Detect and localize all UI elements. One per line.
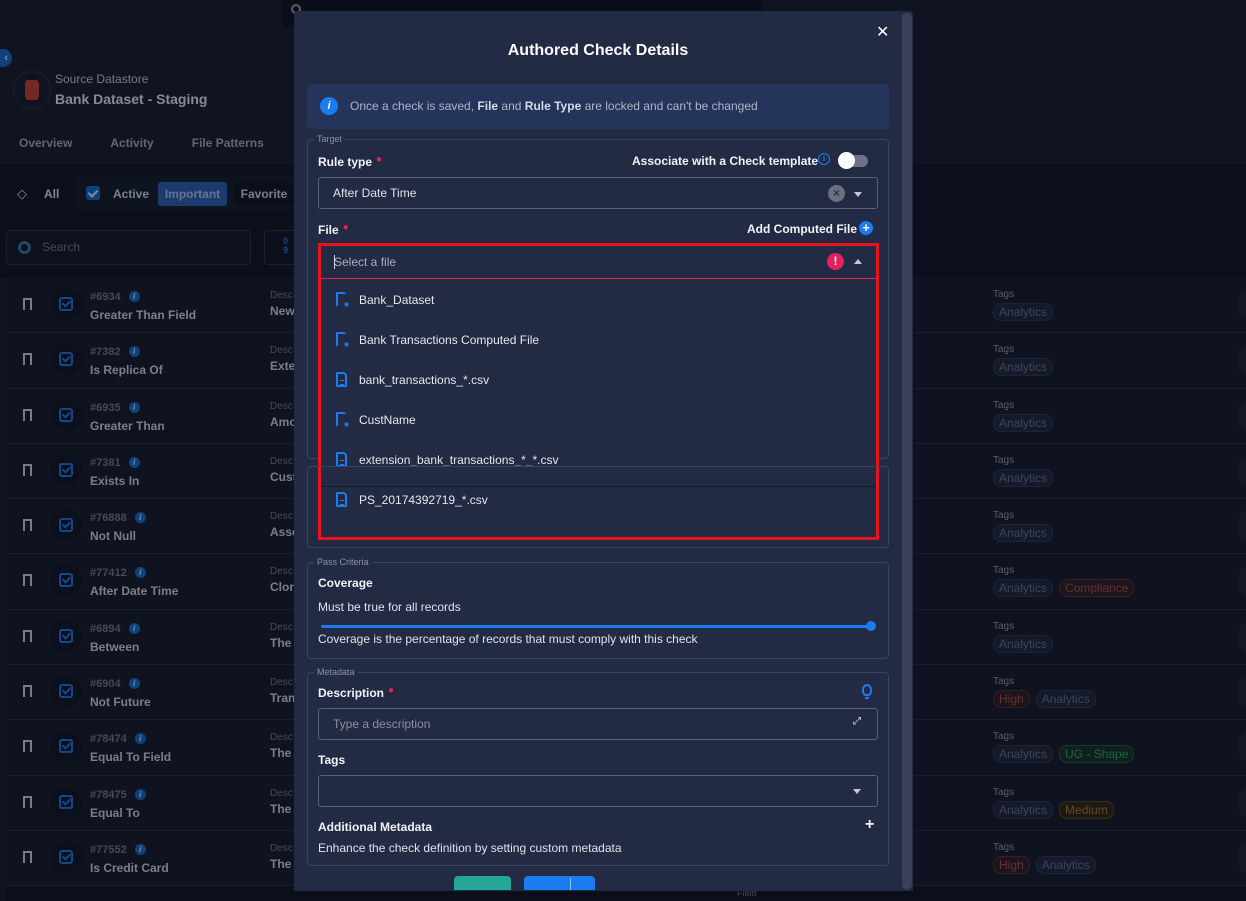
add-computed-file-label[interactable]: Add Computed File (747, 222, 857, 236)
file-select-placeholder: Select a file (334, 255, 397, 269)
error-icon: ! (827, 253, 844, 270)
file-option-label: Bank Transactions Computed File (359, 333, 540, 347)
validate-button[interactable] (454, 876, 511, 890)
chevron-up-icon[interactable] (854, 259, 862, 264)
file-label: File ● (318, 222, 349, 237)
coverage-help-text: Coverage is the percentage of records th… (318, 632, 698, 646)
description-label: Description ● (318, 685, 395, 700)
pass-criteria-legend: Pass Criteria (317, 557, 369, 567)
tags-label: Tags (318, 753, 346, 767)
file-icon (336, 372, 347, 387)
add-metadata-plus-icon[interactable]: + (865, 816, 874, 834)
description-placeholder: Type a description (333, 717, 431, 731)
template-info-icon[interactable]: i (818, 153, 830, 165)
lock-info-alert: i Once a check is saved, File and Rule T… (307, 84, 889, 129)
file-option[interactable]: bank_transactions_*.csv (321, 360, 876, 400)
modal-title: Authored Check Details (507, 42, 689, 59)
computed-file-icon (336, 292, 350, 308)
save-split-button[interactable] (524, 876, 595, 890)
file-option[interactable]: CustName (321, 400, 876, 440)
metadata-section: Metadata (307, 667, 889, 866)
file-option-label: bank_transactions_*.csv (359, 373, 490, 387)
clear-icon[interactable]: × (828, 185, 845, 202)
coverage-slider-thumb[interactable] (866, 621, 876, 631)
coverage-slider-track[interactable] (321, 625, 871, 628)
authored-check-details-modal: Authored Check Details ✕ i Once a check … (294, 11, 913, 891)
lightbulb-icon[interactable] (862, 684, 872, 699)
file-option[interactable]: Bank_Dataset (321, 280, 876, 320)
coverage-label: Coverage (318, 576, 373, 590)
associate-template-toggle[interactable] (838, 152, 868, 169)
rule-type-value: After Date Time (333, 186, 417, 200)
chevron-down-icon[interactable] (853, 789, 861, 794)
tags-select[interactable] (318, 775, 878, 807)
file-option-label: extension_bank_transactions_*_*.csv (359, 453, 559, 467)
additional-metadata-label: Additional Metadata (318, 820, 433, 834)
close-icon[interactable]: ✕ (876, 22, 889, 42)
left-edge (0, 278, 6, 901)
expand-icon[interactable]: ⤢ (853, 716, 862, 727)
computed-file-icon (336, 412, 350, 428)
properties-section (307, 466, 889, 548)
associate-template-label: Associate with a Check template (632, 154, 819, 168)
description-input[interactable]: Type a description ⤢ (318, 708, 878, 740)
file-option-label: CustName (359, 413, 416, 427)
file-icon (336, 452, 347, 467)
rule-type-select[interactable]: After Date Time × (318, 177, 878, 209)
modal-scrollbar[interactable] (902, 13, 912, 889)
text-cursor (334, 255, 335, 269)
additional-metadata-help: Enhance the check definition by setting … (318, 841, 622, 855)
alert-text: Once a check is saved, File and Rule Typ… (350, 99, 758, 113)
coverage-value-text: Must be true for all records (318, 600, 461, 614)
toggle-knob (838, 152, 855, 169)
add-computed-file-button[interactable]: + (859, 221, 873, 235)
target-legend: Target (317, 134, 343, 144)
computed-file-icon (336, 332, 350, 348)
file-option-label: Bank_Dataset (359, 293, 435, 307)
metadata-legend: Metadata (317, 667, 355, 677)
rule-type-label: Rule type ● (318, 154, 383, 169)
file-option[interactable]: Bank Transactions Computed File (321, 320, 876, 360)
info-icon: i (320, 97, 338, 115)
chevron-down-icon[interactable] (854, 192, 862, 197)
file-select-input[interactable]: Select a file ! (321, 246, 876, 279)
